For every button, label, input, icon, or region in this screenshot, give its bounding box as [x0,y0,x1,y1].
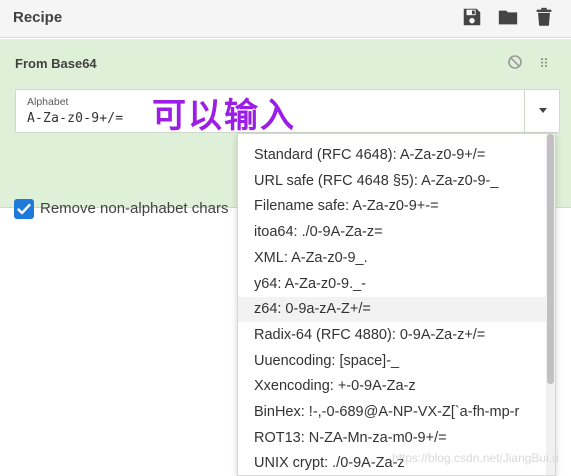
dropdown-option[interactable]: Xxencoding: +-0-9A-Za-z [238,374,547,399]
dropdown-option[interactable]: y64: A-Za-z0-9._- [238,272,547,297]
dropdown-option[interactable]: Radix-64 (RFC 4880): 0-9A-Za-z+/= [238,323,547,348]
dropdown-option[interactable]: Standard (RFC 4648): A-Za-z0-9+/= [238,143,547,168]
dropdown-option[interactable]: XML: A-Za-z0-9_. [238,246,547,271]
watermark: https://blog.csdn.net/JiangBui.u [392,451,559,465]
recipe-header: Recipe [0,0,571,38]
recipe-title: Recipe [13,9,63,26]
alphabet-label: Alphabet [27,96,69,108]
dropdown-option[interactable]: Filename safe: A-Za-z0-9+-= [238,194,547,219]
remove-non-alphabet-label: Remove non-alphabet chars [40,200,229,217]
caret-down-icon [539,108,547,113]
drag-handle-icon[interactable] [537,54,553,70]
alphabet-dropdown-button[interactable] [524,90,559,132]
menu-scrollbar-thumb[interactable] [547,134,554,384]
operation-title: From Base64 [15,56,97,71]
alphabet-input[interactable]: A-Za-z0-9+/= [27,111,123,126]
folder-icon[interactable] [497,6,519,28]
dropdown-option[interactable]: Uuencoding: [space]-_ [238,349,547,374]
checkmark-icon [17,203,31,215]
menu-scrollbar[interactable] [546,134,555,475]
dropdown-option[interactable]: BinHex: !-,-0-689@A-NP-VX-Z[`a-fh-mp-r [238,400,547,425]
trash-icon[interactable] [533,6,555,28]
save-icon[interactable] [461,6,483,28]
disable-icon[interactable] [507,54,523,70]
dropdown-option[interactable]: ROT13: N-ZA-Mn-za-m0-9+/= [238,426,547,451]
dropdown-option[interactable]: z64: 0-9a-zA-Z+/= [238,297,547,323]
dropdown-option[interactable]: URL safe (RFC 4648 §5): A-Za-z0-9-_ [238,169,547,194]
alphabet-dropdown-menu: Standard (RFC 4648): A-Za-z0-9+/= URL saf… [237,133,556,476]
annotation-text: 可以输入 [152,96,296,136]
remove-non-alphabet-checkbox[interactable] [14,199,34,219]
dropdown-option[interactable]: itoa64: ./0-9A-Za-z= [238,220,547,245]
